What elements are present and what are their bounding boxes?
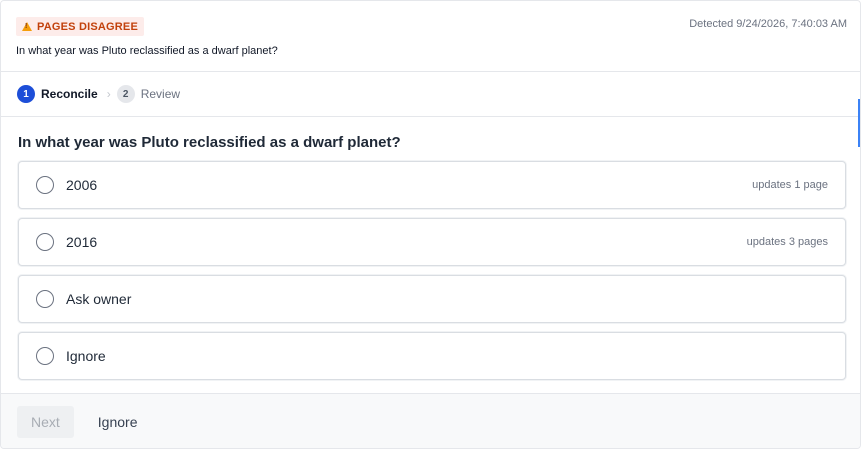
warning-icon: [22, 22, 32, 31]
option-2016[interactable]: 2016 updates 3 pages: [18, 218, 846, 266]
chevron-right-icon: ›: [106, 87, 111, 101]
reconcile-card: PAGES DISAGREE Detected 9/24/2026, 7:40:…: [0, 0, 861, 449]
header-question: In what year was Pluto reclassified as a…: [16, 45, 278, 57]
option-label: 2006: [66, 177, 98, 193]
radio-button[interactable]: [36, 233, 54, 251]
detected-timestamp: Detected 9/24/2026, 7:40:03 AM: [689, 18, 847, 30]
option-ignore[interactable]: Ignore: [18, 332, 846, 380]
step-review[interactable]: 2 Review: [116, 85, 181, 103]
scroll-indicator: [858, 99, 860, 147]
main-question: In what year was Pluto reclassified as a…: [18, 134, 401, 151]
step-label: Reconcile: [41, 87, 98, 101]
step-label: Review: [140, 87, 181, 101]
step-number: 2: [116, 85, 135, 103]
step-number: 1: [17, 85, 35, 103]
option-label: Ignore: [66, 348, 106, 364]
card-footer: Next Ignore: [1, 393, 860, 448]
pages-disagree-badge: PAGES DISAGREE: [16, 17, 145, 36]
option-meta: updates 3 pages: [746, 236, 828, 248]
options-list: 2006 updates 1 page 2016 updates 3 pages…: [18, 161, 846, 389]
card-header: PAGES DISAGREE Detected 9/24/2026, 7:40:…: [1, 1, 860, 72]
radio-button[interactable]: [36, 290, 54, 308]
radio-button[interactable]: [36, 176, 54, 194]
ignore-button[interactable]: Ignore: [94, 406, 142, 438]
step-reconcile[interactable]: 1 Reconcile: [17, 85, 98, 103]
option-2006[interactable]: 2006 updates 1 page: [18, 161, 846, 209]
option-meta: updates 1 page: [752, 179, 828, 191]
radio-button[interactable]: [36, 347, 54, 365]
next-button[interactable]: Next: [17, 406, 74, 438]
option-ask-owner[interactable]: Ask owner: [18, 275, 846, 323]
badge-label: PAGES DISAGREE: [37, 20, 139, 33]
stepper: 1 Reconcile › 2 Review: [1, 72, 860, 117]
option-label: Ask owner: [66, 291, 132, 307]
option-label: 2016: [66, 234, 98, 250]
